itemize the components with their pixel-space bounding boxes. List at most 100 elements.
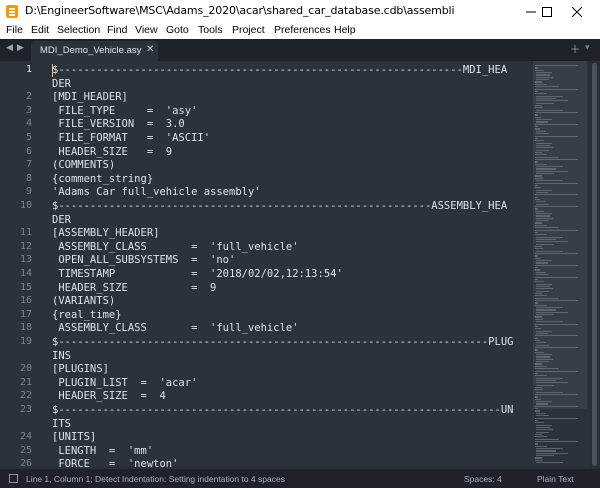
minimap-line — [535, 262, 548, 264]
minimap-line — [535, 363, 543, 365]
minimap-line — [535, 276, 579, 278]
minimap-line — [535, 79, 549, 81]
minimap-line — [535, 375, 548, 377]
minimap-line — [535, 97, 556, 100]
minimap-line — [535, 426, 551, 429]
minimap-line — [535, 243, 554, 245]
minimap-line — [535, 398, 542, 400]
minimap-line — [535, 250, 564, 252]
menu-file[interactable]: File — [6, 24, 23, 36]
minimap-line — [535, 307, 564, 309]
minimap-line — [535, 330, 552, 332]
minimap-line — [535, 443, 538, 445]
minimap-line — [535, 396, 538, 398]
minimap-line — [535, 271, 547, 273]
minimap-line — [535, 201, 547, 203]
code-line: [ASSEMBLY_HEADER] — [52, 227, 160, 240]
window-title: D:\EngineerSoftware\MSC\Adams_2020\acar\… — [25, 4, 455, 17]
menu-goto[interactable]: Goto — [166, 24, 189, 36]
tab-list-chevron-icon[interactable]: ▾ — [585, 43, 590, 53]
code-line: {real_time} — [52, 308, 122, 321]
minimap-line — [535, 349, 538, 351]
code-line: HEADER_SIZE = 4 — [52, 390, 166, 403]
menu-find[interactable]: Find — [107, 24, 127, 36]
tab-mdi-demo-vehicle[interactable]: MDI_Demo_Vehicle.asy ✕ — [31, 41, 158, 61]
vertical-scrollbar[interactable] — [589, 61, 600, 469]
minimap-line — [535, 445, 548, 447]
minimap-line — [535, 245, 543, 248]
tab-close-icon[interactable]: ✕ — [146, 44, 154, 55]
editor-pane[interactable]: 1 2 3 4 5 6 7 8 9 10 11 12 13 14 15 16 17 18 19 20 21 22 23 24 2… — [0, 61, 600, 469]
line-number: 5 — [25, 132, 32, 143]
minimap-line — [535, 302, 538, 304]
menu-tools[interactable]: Tools — [198, 24, 223, 36]
minimap-line — [535, 231, 538, 234]
code-line: {comment_string} — [52, 172, 154, 185]
minimap-line — [535, 114, 538, 116]
minimap-line — [535, 394, 579, 396]
menu-project[interactable]: Project — [232, 24, 265, 36]
code-line: FILE_FORMAT = 'ASCII' — [52, 132, 211, 144]
code-line: HEADER_SIZE = 9 — [52, 145, 173, 158]
line-number: 3 — [25, 104, 32, 116]
line-number: 6 — [25, 145, 32, 157]
panel-toggle-icon[interactable] — [9, 474, 18, 483]
menu-selection[interactable]: Selection — [57, 24, 100, 36]
minimap-line — [535, 300, 579, 302]
line-number: 10 — [19, 200, 32, 211]
minimap-line — [535, 83, 547, 85]
minimap-line — [535, 415, 550, 417]
minimap-line — [535, 337, 538, 339]
menu-edit[interactable]: Edit — [31, 24, 49, 36]
status-message: Line 1, Column 1; Detect Indentation: Se… — [26, 474, 285, 484]
minimap-line — [535, 142, 552, 144]
minimap-line — [535, 241, 569, 243]
minimap-line — [535, 316, 543, 318]
minimap-line — [535, 86, 559, 88]
code-line: FILE_VERSION = 3.0 — [52, 118, 185, 131]
scrollbar-thumb[interactable] — [592, 63, 597, 466]
minimap-line — [535, 436, 547, 438]
code-line: INS — [52, 349, 71, 362]
minimap-line — [535, 260, 552, 262]
line-number: 15 — [19, 281, 32, 293]
status-syntax[interactable]: Plain Text — [537, 474, 574, 484]
minimap-line — [535, 382, 569, 384]
code-line: (COMMENTS) — [52, 159, 116, 172]
code-line: [UNITS] — [52, 431, 97, 444]
tab-nav-left-icon[interactable]: ◀ — [6, 43, 13, 53]
minimap-line — [535, 227, 559, 229]
close-button[interactable] — [554, 0, 600, 23]
minimap-line — [535, 170, 569, 172]
minimap-line — [535, 372, 538, 375]
new-tab-icon[interactable]: + — [570, 42, 580, 56]
minimap-line — [535, 285, 551, 288]
minimap-line — [535, 116, 542, 118]
menu-preferences[interactable]: Preferences — [274, 24, 331, 36]
minimap-line — [535, 309, 556, 311]
menu-view[interactable]: View — [135, 24, 158, 36]
code-area[interactable]: $---------------------------------------… — [52, 61, 532, 469]
minimap-line — [535, 215, 551, 217]
minimap-line — [535, 203, 550, 205]
menu-help[interactable]: Help — [334, 24, 356, 36]
minimap-line — [535, 189, 552, 191]
minimap-line — [535, 149, 549, 151]
tab-nav-right-icon[interactable]: ▶ — [17, 43, 24, 53]
tab-label: MDI_Demo_Vehicle.asy — [40, 45, 142, 56]
minimap-line — [535, 206, 579, 208]
minimap-line — [535, 412, 547, 414]
title-bar: D:\EngineerSoftware\MSC\Adams_2020\acar\… — [0, 0, 600, 23]
minimap-line — [535, 318, 543, 320]
minimap-line — [535, 210, 544, 212]
minimap-line — [535, 356, 551, 358]
line-number: 23 — [19, 404, 32, 415]
minimap-line — [535, 81, 543, 83]
minimap-line — [535, 325, 538, 328]
minimap-line — [535, 368, 559, 370]
minimap[interactable] — [533, 61, 587, 469]
minimap-line — [535, 133, 550, 135]
minimap-line — [535, 269, 541, 271]
status-indent[interactable]: Spaces: 4 — [464, 474, 502, 484]
minimap-line — [535, 379, 556, 382]
